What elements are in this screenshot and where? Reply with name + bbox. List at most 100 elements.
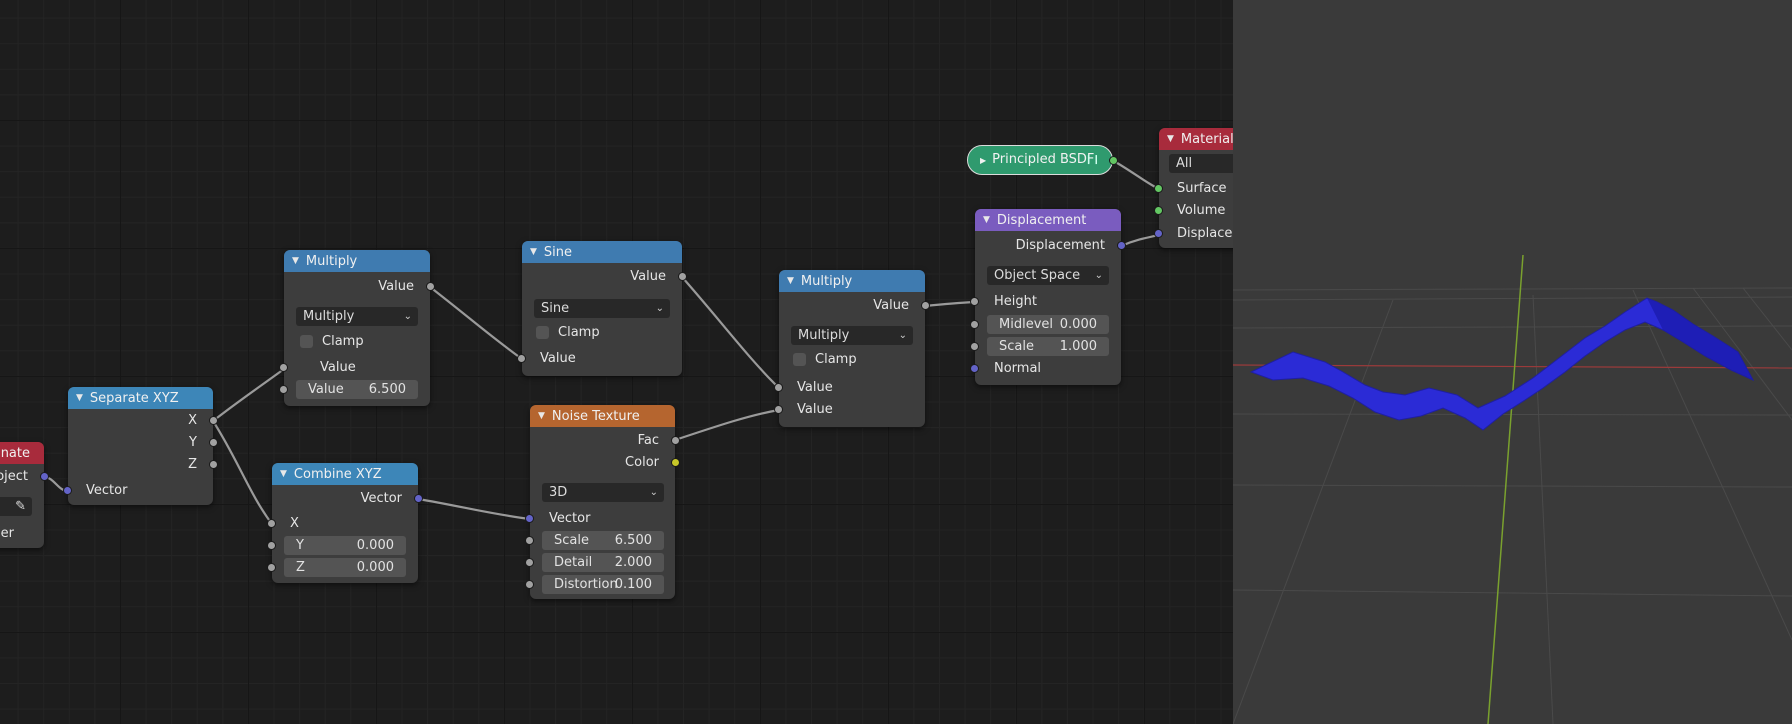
link: [417, 497, 531, 521]
eyedropper-icon[interactable]: ✎: [15, 497, 26, 516]
scale-field[interactable]: Scale 6.500: [542, 531, 664, 550]
expand-icon[interactable]: ▶: [980, 156, 986, 165]
socket-input-vector[interactable]: [63, 486, 72, 495]
output-label: cer: [0, 526, 14, 541]
socket-output-z[interactable]: [209, 460, 218, 469]
combine-xyz-node[interactable]: ▼ Combine XYZ Vector X Y 0.000 Z 0.000: [267, 463, 423, 583]
distortion-field[interactable]: Distortion 0.100: [542, 575, 664, 594]
socket-input-scale[interactable]: [525, 536, 534, 545]
collapse-icon[interactable]: ▼: [538, 411, 545, 421]
sine-node[interactable]: ▼ Sine Value Sine ⌄ Clamp Value: [517, 241, 687, 376]
socket-input-displacement[interactable]: [1154, 229, 1163, 238]
link: [1120, 233, 1160, 248]
collapse-icon[interactable]: ▼: [983, 215, 990, 225]
clamp-checkbox[interactable]: Clamp: [536, 325, 600, 340]
target-dropdown[interactable]: All: [1169, 154, 1233, 173]
checkbox-box[interactable]: [300, 335, 313, 348]
noise-texture-node[interactable]: ▼ Noise Texture Fac Color 3D ⌄ Vector Scal…: [525, 405, 680, 599]
separate-xyz-node[interactable]: ▼ Separate XYZ X Y Z Vector: [63, 387, 218, 505]
link: [212, 368, 285, 422]
grip-icon: ❙❙: [1084, 155, 1100, 165]
socket-input-value[interactable]: [517, 354, 526, 363]
socket-input-y[interactable]: [267, 541, 276, 550]
node-title: Sine: [543, 244, 573, 260]
socket-input-distortion[interactable]: [525, 580, 534, 589]
socket-output-value[interactable]: [921, 301, 930, 310]
y-field[interactable]: Y 0.000: [284, 536, 406, 555]
field-value: 0.000: [1059, 317, 1097, 332]
input-vector: Vector: [86, 483, 128, 498]
socket-input-value-2[interactable]: [279, 385, 288, 394]
socket-output-vector[interactable]: [414, 494, 423, 503]
node-title: dinate: [0, 445, 30, 461]
socket-input-value[interactable]: [774, 383, 783, 392]
socket-output-fac[interactable]: [671, 436, 680, 445]
socket-input-detail[interactable]: [525, 558, 534, 567]
socket-output-bsdf[interactable]: [1109, 156, 1118, 165]
operation-dropdown[interactable]: Multiply ⌄: [791, 326, 913, 345]
collapse-icon[interactable]: ▼: [530, 247, 537, 257]
socket-output-color[interactable]: [671, 458, 680, 467]
field-label: Detail: [554, 555, 593, 570]
socket-output-x[interactable]: [209, 416, 218, 425]
link: [681, 276, 780, 389]
clamp-checkbox[interactable]: Clamp: [300, 334, 364, 349]
link: [429, 286, 523, 360]
socket-input-normal[interactable]: [970, 364, 979, 373]
socket-output[interactable]: [40, 472, 49, 481]
multiply-node-1[interactable]: ▼ Multiply Value Multiply ⌄ Clamp Value Va…: [279, 250, 435, 406]
collapse-icon[interactable]: ▼: [292, 256, 299, 266]
operation-dropdown[interactable]: Sine ⌄: [534, 299, 670, 318]
midlevel-field[interactable]: Midlevel 0.000: [987, 315, 1109, 334]
socket-input-z[interactable]: [267, 563, 276, 572]
multiply-node-2[interactable]: ▼ Multiply Value Multiply ⌄ Clamp Value Va…: [774, 270, 930, 427]
3d-viewport[interactable]: [1233, 0, 1792, 724]
output-x: X: [188, 413, 197, 428]
checkbox-box[interactable]: [536, 326, 549, 339]
socket-input-height[interactable]: [970, 297, 979, 306]
collapse-icon[interactable]: ▼: [76, 393, 83, 403]
link: [1111, 159, 1160, 190]
node-title: Combine XYZ: [293, 466, 382, 482]
texture-coordinate-node[interactable]: dinate oject ✎ cer: [0, 442, 49, 548]
link: [674, 408, 780, 442]
grid-line: [1233, 589, 1792, 597]
collapse-icon[interactable]: ▼: [787, 276, 794, 286]
collapse-icon[interactable]: ▼: [280, 469, 287, 479]
socket-input-vector[interactable]: [525, 514, 534, 523]
socket-output-value[interactable]: [426, 282, 435, 291]
value-field[interactable]: Value 6.500: [296, 380, 418, 399]
object-picker[interactable]: ✎: [0, 497, 32, 516]
field-value: 2.000: [614, 555, 652, 570]
node-title: Separate XYZ: [89, 390, 179, 406]
checkbox-box[interactable]: [793, 353, 806, 366]
socket-output-value[interactable]: [678, 272, 687, 281]
material-output-node[interactable]: ▼ Material All Surface Volume Displacer: [1154, 128, 1233, 248]
detail-field[interactable]: Detail 2.000: [542, 553, 664, 572]
scale-field[interactable]: Scale 1.000: [987, 337, 1109, 356]
socket-input-scale[interactable]: [970, 342, 979, 351]
clamp-checkbox[interactable]: Clamp: [793, 352, 857, 367]
checkbox-label: Clamp: [558, 325, 600, 340]
space-dropdown[interactable]: Object Space ⌄: [987, 266, 1109, 285]
node-editor[interactable]: dinate oject ✎ cer ▼ Separate XYZ X Y Z V…: [0, 0, 1233, 724]
output-value: Value: [378, 279, 414, 294]
socket-input-volume[interactable]: [1154, 206, 1163, 215]
socket-output-displacement[interactable]: [1117, 241, 1126, 250]
dropdown-value: Sine: [541, 301, 570, 316]
grid-line: [1233, 325, 1792, 329]
socket-input-value-2[interactable]: [774, 405, 783, 414]
dimensions-dropdown[interactable]: 3D ⌄: [542, 483, 664, 502]
socket-input-surface[interactable]: [1154, 184, 1163, 193]
input-height: Height: [994, 294, 1037, 309]
principled-bsdf-node[interactable]: ▶ Principled BSDF ❙❙: [967, 145, 1118, 175]
collapse-icon[interactable]: ▼: [1167, 134, 1174, 144]
checkbox-label: Clamp: [322, 334, 364, 349]
socket-output-y[interactable]: [209, 438, 218, 447]
z-field[interactable]: Z 0.000: [284, 558, 406, 577]
socket-input-midlevel[interactable]: [970, 320, 979, 329]
operation-dropdown[interactable]: Multiply ⌄: [296, 307, 418, 326]
displacement-node[interactable]: ▼ Displacement Displacement Object Space ⌄…: [970, 209, 1126, 385]
socket-input-value[interactable]: [279, 363, 288, 372]
socket-input-x[interactable]: [267, 519, 276, 528]
